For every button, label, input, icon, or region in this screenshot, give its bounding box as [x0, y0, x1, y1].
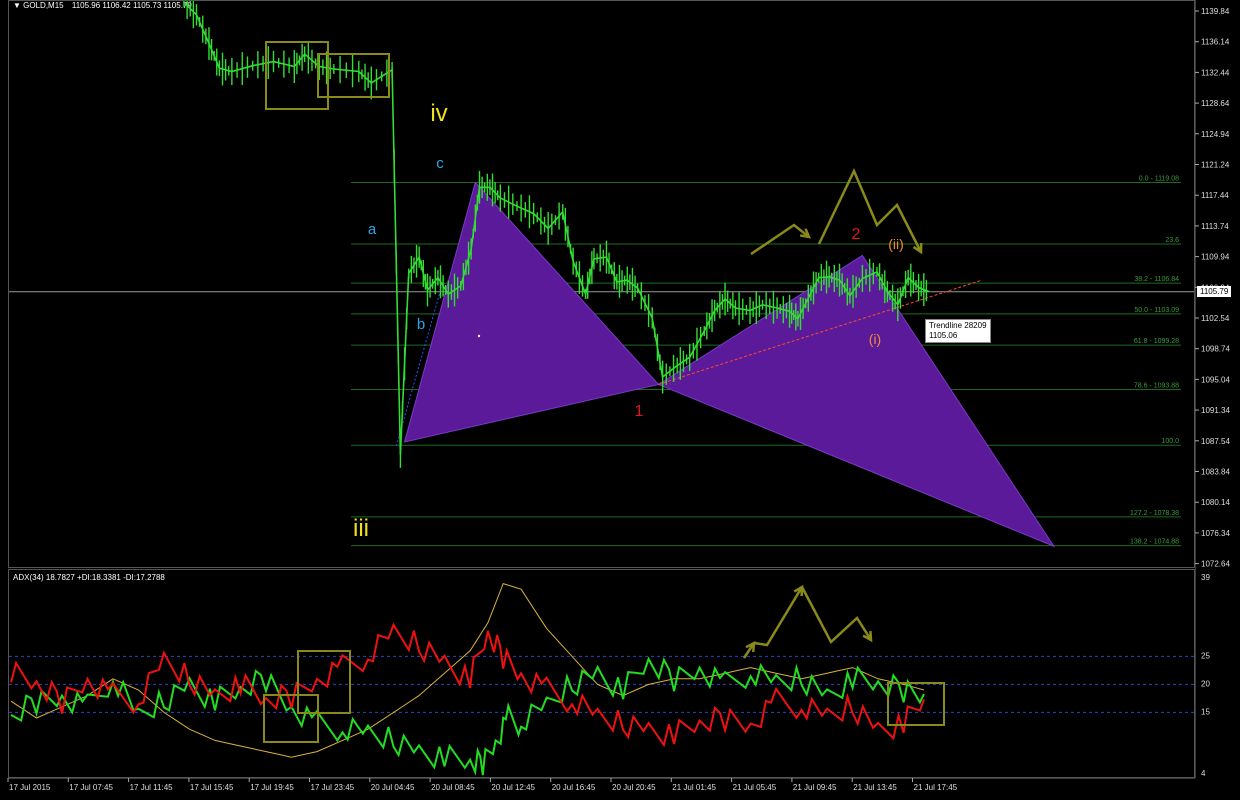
price-tick-label-13: 1091.34 [1201, 406, 1230, 415]
time-tick-label-12: 21 Jul 05:45 [733, 783, 777, 792]
adx-tick-label-0: 39 [1201, 573, 1210, 582]
wave-label-a: a [368, 221, 377, 238]
price-tick-label-10: 1102.54 [1201, 314, 1230, 323]
price-scale-svg: 1139.84 1136.14 1132.44 1128.64 1124.94 1121.… [1194, 0, 1230, 778]
wave-label-b: b [417, 316, 425, 333]
fib-label-5: 78.6 - 1093.88 [1134, 383, 1179, 390]
time-tick-label-14: 21 Jul 13:45 [853, 783, 897, 792]
price-tick-label-5: 1121.24 [1201, 161, 1230, 170]
price-tick-label-4: 1124.94 [1201, 130, 1230, 139]
current-price-tag: 1105.79 [1197, 286, 1232, 297]
trendline-tooltip: Trendline 28209 1105.06 [925, 319, 991, 343]
adx-box-2 [297, 650, 351, 714]
wave-label-1: 1 [635, 403, 644, 420]
arrow-up-1 [750, 223, 810, 256]
wave-label-iv: iv [430, 100, 447, 127]
price-tick-label-7: 1113.74 [1201, 222, 1229, 231]
fib-label-2: 38.2 - 1106.84 [1134, 276, 1179, 283]
time-tick-label-15: 21 Jul 17:45 [914, 783, 958, 792]
price-tick-label-11: 1098.74 [1201, 345, 1230, 354]
wave-label-sub-i: (i) [869, 331, 881, 347]
wave-label-c: c [436, 155, 444, 172]
price-tick-label-1: 1136.14 [1201, 38, 1230, 47]
time-tick-label-7: 20 Jul 08:45 [431, 783, 475, 792]
adx-box-3 [887, 682, 945, 726]
adx-tick-label-4: 4 [1201, 769, 1206, 778]
trendline-name: Trendline 28209 [929, 321, 987, 330]
adx-arrow-3 [800, 586, 873, 645]
time-tick-label-8: 20 Jul 12:45 [491, 783, 535, 792]
fib-label-7: 127.2 - 1078.38 [1130, 510, 1179, 517]
adx-indicator-panel[interactable]: ADX(34) 18.7827 +DI:18.3381 -DI:17.2788 [8, 569, 1195, 778]
price-tick-label-0: 1139.84 [1201, 7, 1230, 16]
price-tick-label-8: 1109.94 [1201, 253, 1230, 262]
price-tick-label-16: 1080.14 [1201, 498, 1230, 507]
adx-box-1 [263, 694, 319, 743]
price-tick-label-12: 1095.04 [1201, 375, 1230, 384]
price-tick-label-3: 1128.64 [1201, 99, 1230, 108]
time-tick-label-5: 17 Jul 23:45 [311, 783, 355, 792]
time-axis[interactable]: 17 Jul 2015 17 Jul 07:45 17 Jul 11:45 17 Ju… [0, 777, 1240, 795]
time-tick-label-9: 20 Jul 16:45 [552, 783, 596, 792]
fib-label-1: 23.6 [1165, 237, 1179, 244]
price-tick-label-15: 1083.84 [1201, 468, 1230, 477]
time-tick-label-6: 20 Jul 04:45 [371, 783, 415, 792]
time-tick-label-10: 20 Jul 20:45 [612, 783, 656, 792]
time-axis-svg: 17 Jul 2015 17 Jul 07:45 17 Jul 11:45 17 Ju… [7, 777, 1195, 792]
time-tick-label-1: 17 Jul 07:45 [69, 783, 113, 792]
fib-label-0: 0.0 - 1119.08 [1139, 176, 1179, 183]
price-tick-label-17: 1076.34 [1201, 529, 1230, 538]
price-scale[interactable]: 1139.84 1136.14 1132.44 1128.64 1124.94 1121.… [1194, 0, 1240, 795]
time-tick-label-3: 17 Jul 15:45 [190, 783, 234, 792]
price-tick-label-18: 1072.64 [1201, 560, 1230, 569]
adx-arrow-2 [753, 586, 804, 647]
fib-label-6: 100.0 [1161, 438, 1179, 445]
fib-label-4: 61.8 - 1099.28 [1134, 338, 1179, 345]
wave-label-iii: iii [353, 515, 369, 542]
time-tick-label-2: 17 Jul 11:45 [130, 783, 174, 792]
price-tick-label-2: 1132.44 [1201, 68, 1230, 77]
adx-chart-svg [9, 582, 1194, 776]
pattern-xab-triangle [403, 181, 660, 443]
time-tick-label-13: 21 Jul 09:45 [793, 783, 837, 792]
arrow-zigzag-2 [817, 167, 923, 253]
fib-label-8: 138.2 - 1074.88 [1130, 539, 1179, 546]
price-chart-panel[interactable]: ▼ GOLD,M15 1105.96 1106.42 1105.73 1105.… [8, 0, 1195, 568]
adx-tick-label-2: 20 [1201, 679, 1210, 688]
wave-label-sub-ii: (ii) [888, 236, 904, 252]
fib-label-3: 50.0 - 1103.09 [1134, 307, 1179, 314]
price-chart-svg: 0.0 - 1119.08 23.6 38.2 - 1106.84 50.0 - 11… [9, 1, 1194, 548]
time-tick-label-11: 21 Jul 01:45 [672, 783, 716, 792]
time-tick-label-0: 17 Jul 2015 [9, 783, 51, 792]
price-tick-label-14: 1087.54 [1201, 437, 1230, 446]
price-tick-label-6: 1117.44 [1201, 191, 1229, 200]
pattern-bcd-triangle [657, 254, 1056, 548]
wave-label-2: 2 [852, 226, 861, 243]
time-tick-label-4: 17 Jul 19:45 [250, 783, 294, 792]
adx-tick-label-3: 15 [1201, 707, 1210, 716]
marker-dot [477, 334, 481, 338]
trendline-value: 1105.06 [929, 331, 958, 340]
adx-tick-label-1: 25 [1201, 651, 1210, 660]
